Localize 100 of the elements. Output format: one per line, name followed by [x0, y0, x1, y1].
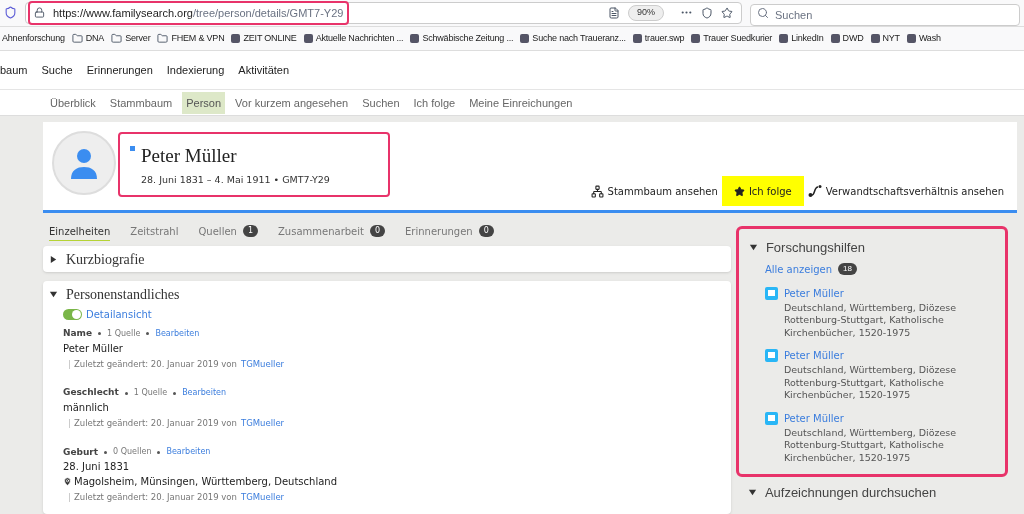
zoom-level[interactable]: 90%: [628, 5, 664, 21]
edit-link[interactable]: Bearbeiten: [182, 387, 227, 400]
bookmark-link[interactable]: FHEM & VPN: [157, 31, 225, 45]
record-source: Deutschland, Württemberg, Diözese Rottenburg-Stuttgart, Katholische Kirchenbücher, 1520-1975: [783, 364, 958, 402]
location-pin-icon: [63, 477, 72, 487]
source-count: 1 Quelle: [133, 387, 168, 400]
site-icon: [303, 33, 313, 43]
address-bar[interactable]: https://www.familysearch.org/tree/person/details/GMT7-Y29 90%: [25, 1, 742, 24]
source-count: 1 Quelle: [107, 328, 141, 340]
change-note: Zuletzt geändert: 20. Januar 2019 von: [74, 417, 237, 430]
bookmark-link[interactable]: Aktuelle Nachrichten ...: [303, 31, 404, 45]
detail-tab[interactable]: Erinnerungen 0: [405, 223, 494, 241]
show-all-link[interactable]: Alle anzeigen: [764, 261, 833, 277]
search-field[interactable]: Suchen: [750, 3, 1020, 26]
subnav-tab[interactable]: Suchen: [358, 91, 404, 115]
toggle-label: Detailansicht: [86, 307, 152, 322]
detail-tab[interactable]: Quellen 1: [198, 223, 258, 241]
bookmark-link[interactable]: Server: [111, 31, 151, 45]
fact-label: Geburt: [63, 445, 99, 459]
site-icon: [410, 33, 420, 43]
detail-tab[interactable]: Einzelheiten: [49, 223, 111, 241]
person-silhouette-icon: [70, 147, 98, 180]
user-link[interactable]: TGMueller: [240, 491, 285, 504]
bookmark-link[interactable]: Wash: [906, 31, 941, 45]
section-header[interactable]: Aufzeichnungen durchsuchen: [735, 483, 1017, 503]
caret-down-icon: [748, 243, 758, 253]
bookmark-link[interactable]: Ahnenforschung: [2, 31, 65, 45]
search-icon: [757, 6, 769, 19]
action-link[interactable]: Verwandtschaftsverhältnis ansehen: [803, 176, 1008, 207]
nav-link[interactable]: Indexierung: [166, 61, 225, 79]
nav-link[interactable]: Suche: [41, 61, 73, 79]
folder-icon: [111, 32, 123, 44]
source-count: 0 Quellen: [113, 446, 152, 459]
person-name: Peter Müller: [141, 144, 237, 169]
record-icon: [764, 286, 778, 300]
action-link[interactable]: Stammbaum ansehen: [586, 176, 722, 207]
record-link[interactable]: Peter Müller: [783, 411, 995, 425]
fact-value: männlich: [63, 401, 110, 415]
site-icon: [779, 33, 789, 43]
site-icon: [906, 33, 916, 43]
nav-link[interactable]: Aktivitäten: [238, 61, 290, 79]
bookmark-link[interactable]: DNA: [71, 31, 105, 45]
edit-link[interactable]: Bearbeiten: [155, 328, 200, 340]
fact-place: Magolsheim, Münsingen, Württemberg, Deutschland: [74, 475, 337, 490]
bookmark-link[interactable]: Trauer Suedkurier: [691, 31, 773, 45]
bookmark-link[interactable]: Suche nach Traueranz...: [520, 31, 626, 45]
bookmark-link[interactable]: NYT: [870, 31, 900, 45]
change-note: Zuletzt geändert: 20. Januar 2019 von: [74, 491, 237, 504]
bookmark-link[interactable]: LinkedIn: [779, 31, 824, 45]
folder-icon: [71, 32, 83, 44]
subnav-tab[interactable]: Vor kurzem angesehen: [231, 91, 353, 115]
user-link[interactable]: TGMueller: [240, 417, 285, 430]
site-icon: [691, 33, 701, 43]
edit-link[interactable]: Bearbeiten: [166, 446, 211, 459]
url-text: https://www.familysearch.org/tree/person/details/GMT7-Y29: [53, 5, 344, 21]
shield-icon[interactable]: [4, 6, 17, 20]
bookmark-link[interactable]: ZEIT ONLINE: [231, 31, 297, 45]
site-icon: [520, 33, 530, 43]
star-icon: [733, 185, 745, 197]
nav-link[interactable]: Erinnerungen: [86, 61, 153, 79]
bookmark-link[interactable]: trauer.swp: [632, 31, 685, 45]
fact-value: 28. Juni 1831: [63, 460, 131, 475]
subnav-tab[interactable]: Person: [182, 91, 226, 115]
fact-label: Geschlecht: [63, 386, 119, 400]
subnav-tab[interactable]: Meine Einreichungen: [465, 91, 577, 115]
bookmark-link[interactable]: Schwäbische Zeitung ...: [410, 31, 514, 45]
record-icon: [764, 349, 778, 363]
user-link[interactable]: TGMueller: [240, 357, 285, 371]
record-icon: [764, 411, 778, 425]
site-icon: [870, 33, 880, 43]
reader-view-icon[interactable]: [608, 6, 620, 19]
action-link[interactable]: Ich folge: [721, 176, 804, 207]
record-link[interactable]: Peter Müller: [783, 286, 995, 300]
detail-tab[interactable]: Zeitstrahl: [130, 223, 179, 241]
detail-tab[interactable]: Zusammenarbeit 0: [278, 223, 386, 241]
subnav-tab[interactable]: Stammbaum: [105, 91, 177, 115]
section-header[interactable]: Personenstandliches: [43, 281, 731, 308]
fact-label: Name: [63, 327, 93, 341]
site-icon: [632, 33, 642, 43]
tree-icon: [590, 184, 604, 198]
site-icon: [231, 33, 241, 43]
bookmark-link[interactable]: DWD: [830, 31, 864, 45]
count-badge: 18: [838, 263, 857, 276]
lock-icon: [34, 7, 45, 19]
change-note: Zuletzt geändert: 20. Januar 2019 von: [74, 357, 237, 371]
fact-value: Peter Müller: [63, 341, 124, 356]
subnav-tab[interactable]: Überblick: [46, 91, 100, 115]
relationship-icon: [807, 184, 822, 199]
record-source: Deutschland, Württemberg, Diözese Rottenburg-Stuttgart, Katholische Kirchenbücher, 1520-1975: [783, 426, 958, 465]
person-summary: 28. Juni 1831 – 4. Mai 1911 • GMT7-Y29: [140, 172, 331, 187]
nav-link[interactable]: baum: [0, 61, 28, 79]
subnav-tab[interactable]: Ich folge: [409, 91, 460, 115]
panel-title: Forschungshilfen: [765, 239, 865, 258]
toggle-switch[interactable]: [63, 308, 82, 320]
record-source: Deutschland, Württemberg, Diözese Rottenburg-Stuttgart, Katholische Kirchenbücher, 1520-1975: [783, 301, 958, 340]
bookmark-star-icon[interactable]: [721, 6, 733, 19]
record-link[interactable]: Peter Müller: [783, 349, 995, 363]
site-icon: [830, 33, 840, 43]
section-header[interactable]: Kurzbiografie: [43, 246, 731, 273]
folder-icon: [157, 32, 169, 44]
